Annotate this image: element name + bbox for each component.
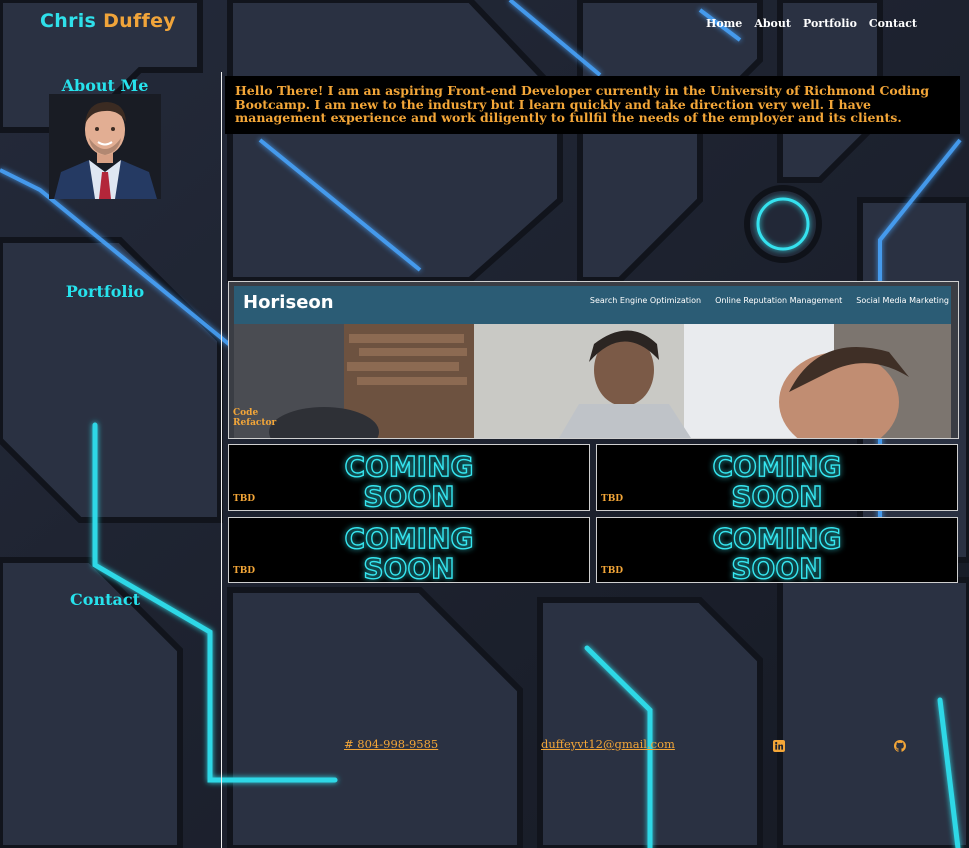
project-label: Code Refactor — [233, 408, 276, 428]
brand-first-name: Chris — [40, 10, 97, 32]
contact-heading: Contact — [70, 590, 140, 609]
horiseon-menu-smm: Social Media Marketing — [856, 296, 949, 305]
project-card-tbd[interactable]: COMING SOON TBD — [228, 517, 590, 583]
horiseon-logo: Horiseon — [243, 292, 334, 313]
coming-soon-sign: COMING SOON — [229, 518, 589, 582]
about-intro: Hello There! I am an aspiring Front-end … — [225, 76, 960, 134]
coming-soon-line2: SOON — [363, 480, 454, 510]
coming-soon-line1: COMING — [344, 522, 473, 555]
project-card-tbd[interactable]: COMING SOON TBD — [228, 444, 590, 511]
nav-contact[interactable]: Contact — [869, 17, 917, 30]
about-me-heading: About Me — [61, 76, 149, 95]
coming-soon-line1: COMING — [712, 450, 841, 483]
card-label: TBD — [601, 494, 624, 504]
github-icon[interactable] — [894, 737, 906, 752]
coming-soon-sign: COMING SOON — [229, 445, 589, 510]
coming-soon-line2: SOON — [731, 552, 822, 582]
coming-soon-sign: COMING SOON — [597, 445, 957, 510]
portfolio-heading: Portfolio — [65, 282, 145, 301]
email-link[interactable]: duffeyvt12@gmail.com — [541, 737, 675, 751]
coming-soon-line1: COMING — [712, 522, 841, 555]
horiseon-menu-orm: Online Reputation Management — [715, 296, 843, 305]
card-label: TBD — [233, 566, 256, 576]
coming-soon-line2: SOON — [363, 552, 454, 582]
coming-soon-sign: COMING SOON — [597, 518, 957, 582]
horiseon-menu: Search Engine Optimization Online Reputa… — [590, 296, 949, 305]
project-label-line2: Refactor — [233, 418, 277, 428]
card-label: TBD — [233, 494, 256, 504]
brand-last-name: Duffey — [103, 10, 176, 32]
coming-soon-line1: COMING — [344, 450, 473, 483]
project-card-tbd[interactable]: COMING SOON TBD — [596, 517, 958, 583]
nav-home[interactable]: Home — [706, 17, 742, 30]
avatar — [49, 94, 161, 199]
project-label-line1: Code — [233, 408, 259, 418]
project-card-horiseon[interactable]: Horiseon Search Engine Optimization Onli… — [228, 281, 959, 439]
horiseon-menu-seo: Search Engine Optimization — [589, 296, 702, 305]
project-card-tbd[interactable]: COMING SOON TBD — [596, 444, 958, 511]
coming-soon-line2: SOON — [731, 480, 822, 510]
site-brand[interactable]: Chris Duffey — [40, 10, 176, 32]
linkedin-icon[interactable] — [773, 737, 785, 752]
top-nav: Home About Portfolio Contact — [706, 17, 917, 30]
horiseon-screenshot — [229, 282, 958, 438]
phone-link[interactable]: # 804-998-9585 — [344, 737, 438, 751]
card-label: TBD — [601, 566, 624, 576]
intro-text: Hello There! I am an aspiring Front-end … — [235, 83, 930, 125]
nav-about[interactable]: About — [754, 17, 791, 30]
column-divider — [221, 72, 222, 848]
nav-portfolio[interactable]: Portfolio — [803, 17, 857, 30]
